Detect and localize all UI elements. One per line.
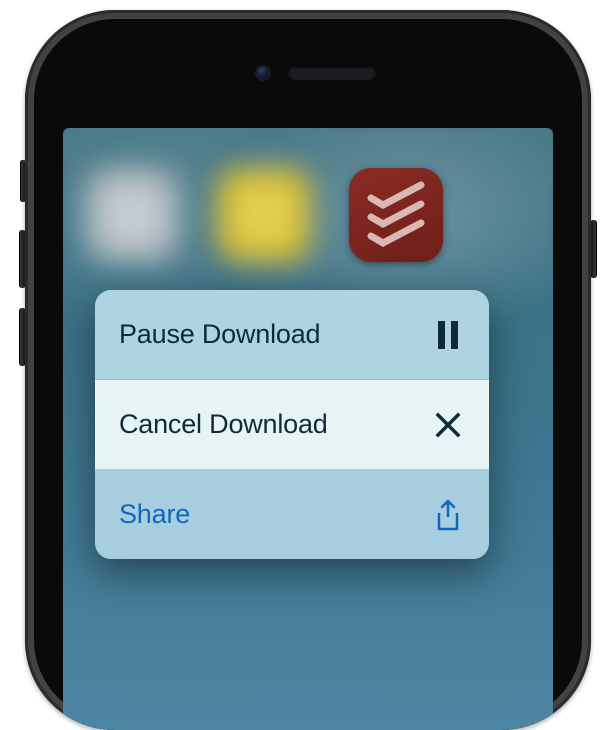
action-label: Cancel Download: [119, 409, 328, 440]
app-icon-blurred-2: [217, 168, 311, 262]
pause-download-action[interactable]: Pause Download: [95, 290, 489, 380]
todoist-icon: [349, 168, 443, 262]
pause-icon: [433, 320, 463, 350]
home-icon-row: [63, 168, 553, 262]
action-label: Share: [119, 499, 190, 530]
front-camera: [255, 65, 271, 81]
app-icon-todoist[interactable]: [349, 168, 443, 262]
close-icon: [433, 410, 463, 440]
cancel-download-action[interactable]: Cancel Download: [95, 380, 489, 470]
screen: Pause Download Cancel Download Shar: [63, 128, 553, 730]
app-icon-blurred-1: [85, 168, 179, 262]
share-icon: [433, 500, 463, 530]
earpiece-speaker: [288, 66, 376, 80]
share-action[interactable]: Share: [95, 470, 489, 559]
action-label: Pause Download: [119, 319, 320, 350]
quick-actions-menu: Pause Download Cancel Download Shar: [95, 290, 489, 559]
iphone-frame: Pause Download Cancel Download Shar: [25, 10, 591, 730]
